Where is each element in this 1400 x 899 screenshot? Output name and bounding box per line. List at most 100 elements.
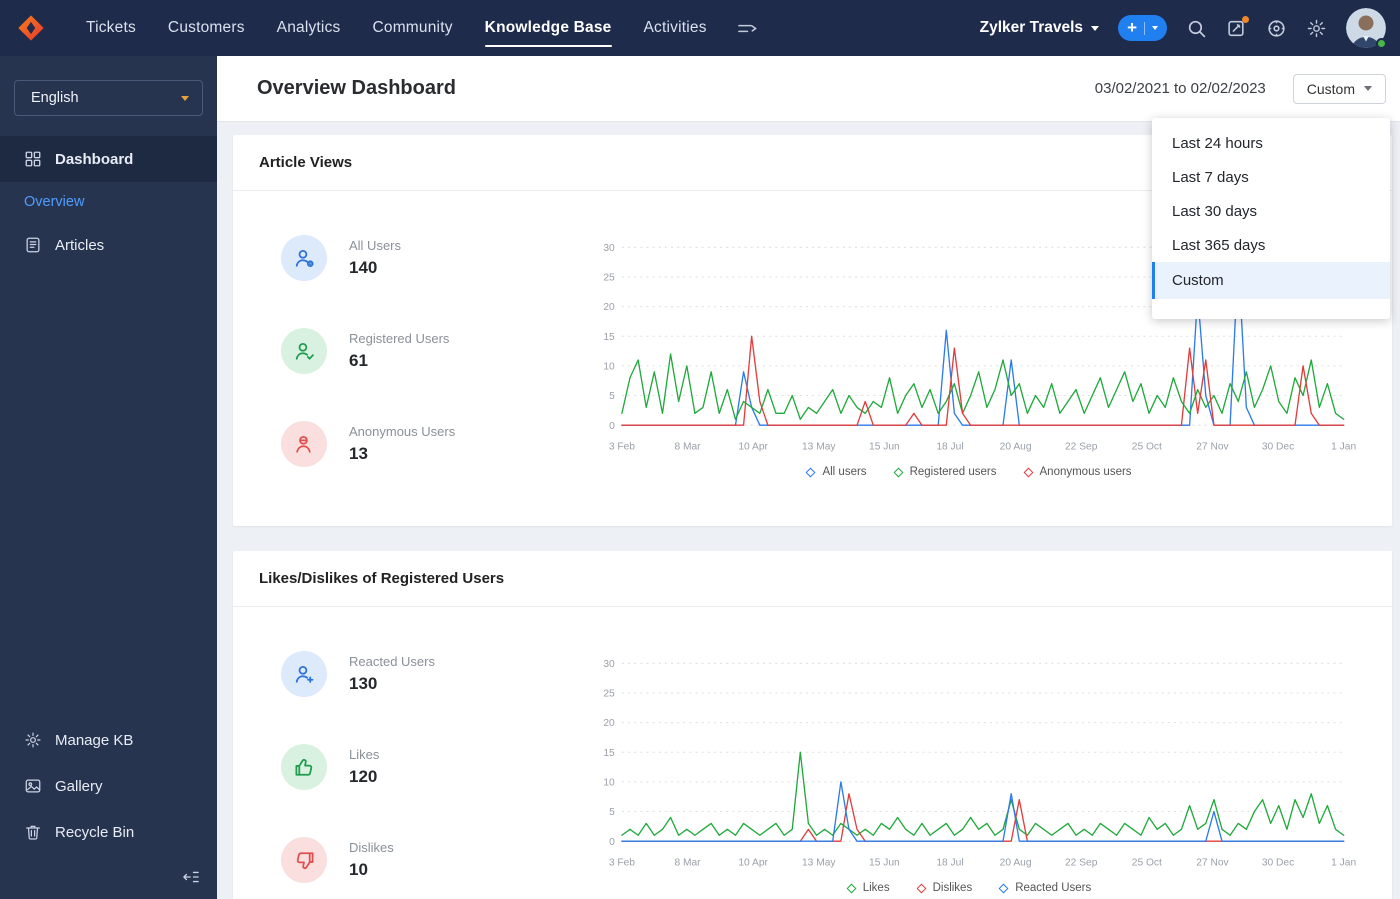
nav-item-community[interactable]: Community <box>372 0 452 56</box>
legend-marker-icon <box>806 467 816 477</box>
app-window: Tickets Customers Analytics Community Knowle… <box>0 0 1400 899</box>
sidebar-item-recycle-bin[interactable]: Recycle Bin <box>0 809 217 855</box>
range-dropdown-menu: Last 24 hours Last 7 days Last 30 days Last… <box>1152 118 1390 319</box>
svg-text:15: 15 <box>603 332 615 343</box>
feedback-icon[interactable] <box>1226 15 1249 39</box>
legend-marker-icon <box>1023 467 1033 477</box>
online-status-dot <box>1376 38 1387 49</box>
menu-toggle-icon[interactable] <box>737 18 758 39</box>
legend-label: Likes <box>862 882 890 894</box>
stat-label: Dislikes <box>349 840 394 855</box>
range-button[interactable]: Custom <box>1292 73 1386 104</box>
sidebar-item-manage-kb[interactable]: Manage KB <box>0 717 217 763</box>
sidebar-bottom-nav: Manage KB Gallery Recycle Bin <box>0 717 217 855</box>
stat-reacted-users: Reacted Users 130 <box>281 651 581 697</box>
svg-text:18 Jul: 18 Jul <box>936 442 963 453</box>
stat-value: 13 <box>349 444 368 463</box>
svg-text:25 Oct: 25 Oct <box>1132 442 1162 453</box>
avatar[interactable] <box>1346 8 1387 49</box>
anonymous-users-icon <box>281 421 327 467</box>
range-option-last-365-days[interactable]: Last 365 days <box>1152 228 1390 262</box>
nav-item-activities[interactable]: Activities <box>644 0 707 56</box>
language-select[interactable]: English <box>14 80 203 116</box>
sidebar-nav: Dashboard Overview Articles <box>0 136 217 268</box>
stat-text: Anonymous Users 13 <box>349 424 455 464</box>
svg-text:13 May: 13 May <box>802 858 836 869</box>
legend-label: Anonymous users <box>1039 466 1132 478</box>
svg-text:13 May: 13 May <box>802 442 836 453</box>
legend-registered-users[interactable]: Registered users <box>893 466 997 478</box>
svg-text:30 Dec: 30 Dec <box>1262 858 1294 869</box>
svg-text:20: 20 <box>603 718 615 729</box>
search-icon[interactable] <box>1186 18 1207 39</box>
sidebar-item-label: Overview <box>24 194 85 210</box>
svg-text:15: 15 <box>603 748 615 759</box>
chart-legend: Likes Dislikes Reacted Users <box>581 882 1358 899</box>
range-option-custom[interactable]: Custom <box>1152 262 1390 299</box>
range-option-last-24-hours[interactable]: Last 24 hours <box>1152 126 1390 160</box>
svg-text:30: 30 <box>603 659 615 670</box>
nav-item-tickets[interactable]: Tickets <box>86 0 136 56</box>
page-header: Overview Dashboard 03/02/2021 to 02/02/2… <box>217 56 1400 122</box>
svg-text:5: 5 <box>609 807 615 818</box>
stat-value: 61 <box>349 351 368 370</box>
thumb-up-icon <box>281 744 327 790</box>
all-users-icon <box>281 235 327 281</box>
sidebar-item-gallery[interactable]: Gallery <box>0 763 217 809</box>
nav-item-knowledge-base[interactable]: Knowledge Base <box>484 0 612 56</box>
sidebar-item-dashboard[interactable]: Dashboard <box>0 136 217 182</box>
org-name: Zylker Travels <box>979 19 1084 36</box>
svg-text:20 Aug: 20 Aug <box>1000 858 1032 869</box>
stat-text: Registered Users 61 <box>349 331 449 371</box>
date-range-text: 03/02/2021 to 02/02/2023 <box>1094 80 1266 97</box>
collapse-sidebar-icon[interactable] <box>181 867 201 887</box>
sidebar-item-articles[interactable]: Articles <box>0 222 217 268</box>
legend-reacted-users[interactable]: Reacted Users <box>998 882 1092 894</box>
legend-marker-icon <box>846 883 857 893</box>
articles-icon <box>24 236 42 254</box>
add-button[interactable]: + <box>1118 15 1167 41</box>
likes-dislikes-chart: 0 5 10 15 20 25 30 3 Feb 8 Mar 10 Apr 13 May 15 Jun… <box>603 659 1356 869</box>
sidebar-item-overview[interactable]: Overview <box>0 182 217 222</box>
legend-marker-icon <box>916 883 927 893</box>
chart-area: 0 5 10 15 20 25 30 3 Feb 8 Mar 10 Apr 13 May 15 Jun… <box>581 649 1380 899</box>
legend-dislikes[interactable]: Dislikes <box>916 882 972 894</box>
svg-text:3 Feb: 3 Feb <box>609 858 635 869</box>
legend-label: Registered users <box>909 466 997 478</box>
svg-text:25 Oct: 25 Oct <box>1132 858 1162 869</box>
sidebar: English Dashboard Overview Articles Manage… <box>0 56 217 899</box>
svg-text:0: 0 <box>609 837 615 848</box>
svg-text:30: 30 <box>603 243 615 254</box>
chevron-down-icon <box>181 95 189 101</box>
stat-label: Reacted Users <box>349 654 435 669</box>
registered-users-icon <box>281 328 327 374</box>
app-logo-icon[interactable] <box>16 13 46 43</box>
svg-text:10: 10 <box>603 361 615 372</box>
svg-text:5: 5 <box>609 391 615 402</box>
gear-icon[interactable] <box>1306 18 1327 39</box>
stat-label: Registered Users <box>349 331 450 346</box>
org-selector[interactable]: Zylker Travels <box>979 19 1100 37</box>
svg-text:18 Jul: 18 Jul <box>936 858 963 869</box>
svg-text:10 Apr: 10 Apr <box>738 442 768 453</box>
stat-text: Reacted Users 130 <box>349 654 435 694</box>
nav-item-customers[interactable]: Customers <box>168 0 245 56</box>
legend-label: Reacted Users <box>1015 882 1092 894</box>
nav-item-analytics[interactable]: Analytics <box>277 0 341 56</box>
svg-text:15 Jun: 15 Jun <box>869 858 900 869</box>
range-option-last-30-days[interactable]: Last 30 days <box>1152 194 1390 228</box>
legend-likes[interactable]: Likes <box>846 882 890 894</box>
chevron-down-icon <box>1091 25 1100 31</box>
legend-all-users[interactable]: All users <box>806 466 867 478</box>
trash-icon <box>24 823 42 841</box>
svg-text:30 Dec: 30 Dec <box>1262 442 1294 453</box>
stat-label: Anonymous Users <box>349 424 456 439</box>
stat-registered-users: Registered Users 61 <box>281 328 581 374</box>
svg-text:25: 25 <box>603 273 615 284</box>
explore-icon[interactable] <box>1266 18 1287 39</box>
svg-text:22 Sep: 22 Sep <box>1065 442 1098 453</box>
range-option-last-7-days[interactable]: Last 7 days <box>1152 160 1390 194</box>
primary-nav: Tickets Customers Analytics Community Knowle… <box>70 0 723 56</box>
legend-anonymous-users[interactable]: Anonymous users <box>1023 466 1132 478</box>
sidebar-item-label: Manage KB <box>55 731 134 749</box>
